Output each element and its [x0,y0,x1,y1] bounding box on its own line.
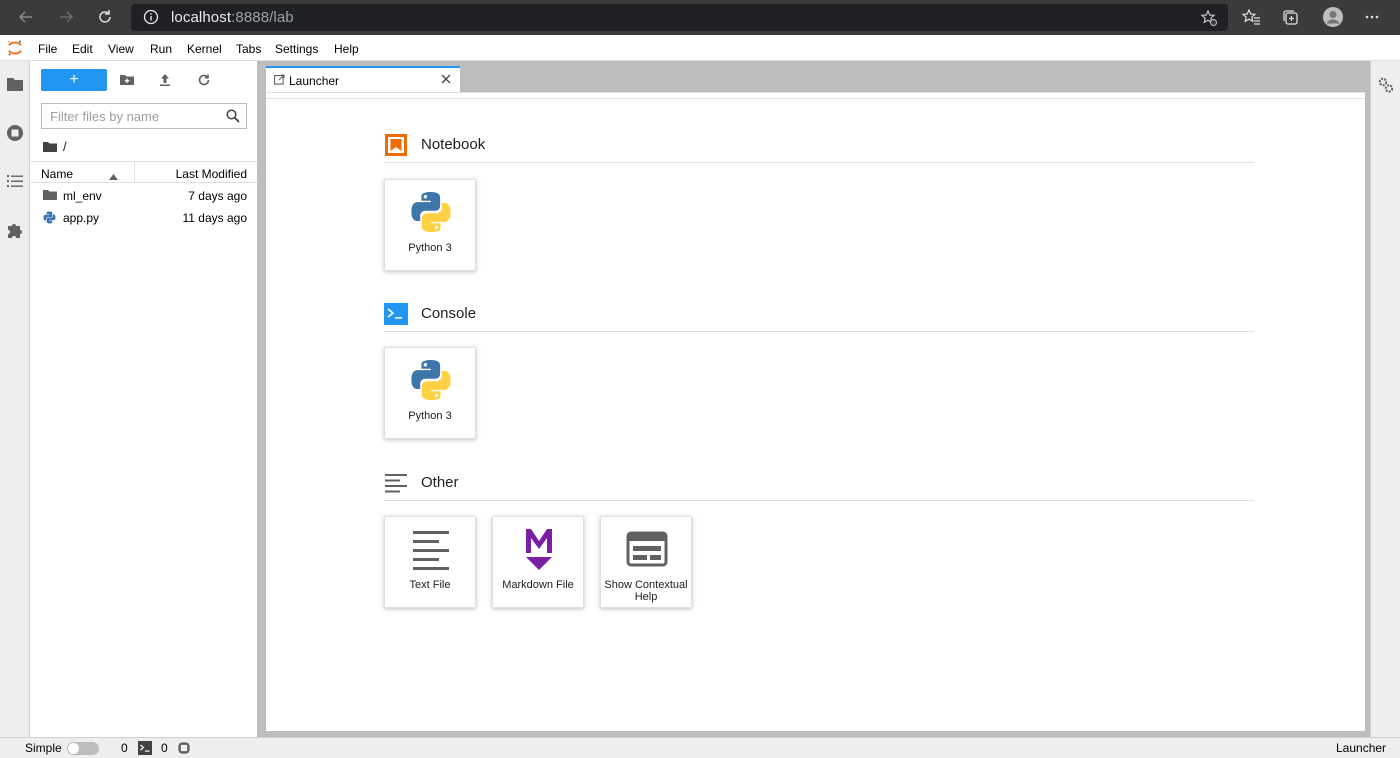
tab-launcher[interactable]: Launcher [266,66,460,92]
file-browser-icon[interactable] [5,74,25,94]
panel-divider [266,98,1365,99]
file-name: ml_env [63,189,102,203]
column-divider[interactable] [134,162,135,183]
section-other: Other [384,467,1254,501]
card-label: Python 3 [408,410,452,422]
new-launcher-button[interactable]: + [41,69,107,91]
kernels-count[interactable]: 0 [121,741,128,755]
running-sessions-icon[interactable] [5,123,25,143]
section-title: Notebook [421,136,486,153]
terminals-count[interactable]: 0 [161,741,168,755]
url-text: localhost:8888/lab [171,9,294,26]
menu-tabs[interactable]: Tabs [236,42,261,56]
main-dock-area: Launcher Notebook Python 3 Console Pytho… [258,61,1370,737]
file-modified: 7 days ago [188,189,247,203]
folder-icon [43,189,57,204]
more-icon[interactable] [1364,10,1380,27]
section-title: Console [421,305,477,322]
favorites-icon[interactable] [1241,8,1261,31]
terminal-icon [138,741,152,758]
right-sidebar [1370,61,1400,737]
python-logo-icon [385,358,477,406]
markdown-icon [493,527,585,575]
menu-help[interactable]: Help [334,42,359,56]
column-last-modified[interactable]: Last Modified [176,167,247,181]
new-folder-icon[interactable] [119,72,135,88]
site-info-icon[interactable] [143,9,159,28]
file-list-header: Name Last Modified [30,161,258,183]
left-activity-bar [0,61,30,737]
extensions-icon[interactable] [5,220,25,240]
filter-files-field [41,103,247,129]
tab-label: Launcher [289,74,340,88]
file-list-item[interactable]: ml_env 7 days ago [30,185,258,207]
file-list-item[interactable]: app.py 11 days ago [30,207,258,229]
menu-file[interactable]: File [38,42,57,56]
file-modified: 11 days ago [182,211,248,225]
launch-console-python3-card[interactable]: Python 3 [384,347,476,439]
filter-files-input[interactable] [50,105,225,127]
menu-kernel[interactable]: Kernel [187,42,222,56]
launch-text-file-card[interactable]: Text File [384,516,476,608]
back-icon[interactable] [15,6,37,28]
search-icon [226,109,240,126]
url-host: localhost [171,9,232,26]
table-of-contents-icon[interactable] [5,171,25,191]
card-label: Python 3 [408,242,452,254]
other-icon [384,471,408,495]
simple-mode-label: Simple [25,741,62,755]
reload-icon[interactable] [94,6,116,28]
python-logo-icon [385,190,477,238]
upload-icon[interactable] [157,72,173,88]
python-file-icon [43,211,56,227]
text-file-icon [385,527,477,575]
sort-ascending-icon[interactable] [109,169,118,183]
launcher-panel: Notebook Python 3 Console Python 3 Other… [266,92,1365,731]
breadcrumb-root[interactable]: / [63,139,67,154]
notebook-icon [384,133,408,157]
add-favorite-icon[interactable] [1200,9,1218,30]
launcher-tab-icon [274,74,285,88]
menu-run[interactable]: Run [150,42,172,56]
forward-icon[interactable] [55,6,77,28]
active-document-label: Launcher [1336,741,1387,755]
card-label: Text File [409,579,451,591]
section-title: Other [421,474,459,491]
collections-icon[interactable] [1281,8,1301,31]
property-inspector-gear-icon[interactable] [1378,76,1394,97]
kernel-status-chip-icon [177,741,191,758]
simple-mode-toggle[interactable] [67,742,99,755]
toggle-knob [68,743,79,754]
menu-edit[interactable]: Edit [72,42,93,56]
menu-bar: File Edit View Run Kernel Tabs Settings … [0,35,1400,61]
section-notebook: Notebook [384,129,1254,163]
column-name[interactable]: Name [41,167,73,181]
menu-settings[interactable]: Settings [275,42,318,56]
url-path: :8888/lab [231,9,294,26]
address-bar[interactable]: localhost:8888/lab [131,4,1228,31]
refresh-icon[interactable] [196,72,212,88]
section-console: Console [384,298,1254,332]
browser-toolbar: localhost:8888/lab [0,0,1400,35]
breadcrumb[interactable]: / [43,139,67,154]
card-label: Markdown File [502,579,574,591]
home-folder-icon [43,141,57,152]
file-name: app.py [63,211,100,225]
card-label: Show Contextual Help [604,579,688,603]
status-bar: Simple 0 0 Launcher [0,737,1400,758]
jupyter-logo-icon [6,39,24,60]
close-icon[interactable] [440,73,452,88]
contextual-help-icon [601,527,693,575]
profile-avatar-icon[interactable] [1322,6,1344,31]
launch-markdown-file-card[interactable]: Markdown File [492,516,584,608]
menu-view[interactable]: View [108,42,134,56]
console-icon [384,302,408,326]
file-browser-panel: + / Name Last Modified ml_env 7 days ago [30,61,258,737]
launch-notebook-python3-card[interactable]: Python 3 [384,179,476,271]
launch-contextual-help-card[interactable]: Show Contextual Help [600,516,692,608]
